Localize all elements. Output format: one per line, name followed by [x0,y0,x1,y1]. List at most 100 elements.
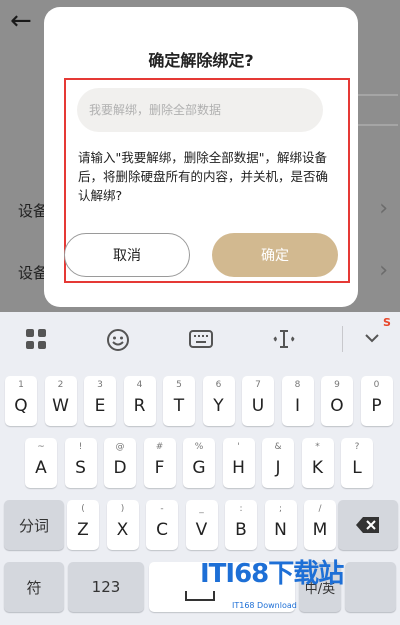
key-secondary-label: ? [354,442,360,452]
key-secondary-label: 0 [373,380,380,390]
key-secondary-label: ( [81,504,85,514]
backspace-icon [356,517,379,533]
key-q[interactable]: 1Q [5,376,37,426]
key-a[interactable]: ~ A [25,438,57,488]
cursor-icon[interactable] [272,328,296,355]
key-label: U [251,396,265,416]
key-o[interactable]: 9O [321,376,353,426]
key-label: O [330,396,344,416]
key-label: L [352,458,362,478]
key-label: C [156,520,168,540]
key-label: N [274,520,287,540]
key-label: X [116,520,129,540]
key-d[interactable]: @ D [104,438,136,488]
key-label: Z [77,520,89,540]
key-k[interactable]: * K [301,438,334,488]
key-u[interactable]: 7U [242,376,274,426]
key-secondary-label: 9 [334,380,340,390]
key-secondary-label: @ [115,442,125,452]
backspace-key[interactable] [338,500,398,550]
emoji-icon[interactable] [106,328,130,357]
dialog-title: 确定解除绑定? [148,51,254,70]
key-h[interactable]: ' H [222,438,255,488]
number-key[interactable]: 123 [68,562,144,612]
space-icon [185,591,215,601]
key-label: S [75,458,86,478]
key-label: B [235,520,247,540]
key-z[interactable]: (Z [67,500,99,550]
key-label: F [154,458,165,478]
key-label: H [232,458,245,478]
key-label: E [94,396,106,416]
keyboard-toolbar: S [0,312,400,366]
key-secondary-label: ) [120,504,125,514]
key-label: D [113,458,127,478]
key-x[interactable]: ) X [106,500,139,550]
fenci-key[interactable]: 分词 [4,500,64,550]
confirm-text-input[interactable] [77,88,323,132]
chevron-down-icon[interactable] [362,328,382,353]
key-secondary-label: ; [278,504,283,514]
key-label: V [195,520,208,540]
confirm-button[interactable]: 确定 [212,233,338,277]
key-secondary-label: 7 [255,380,261,390]
key-label: K [311,458,324,478]
divider [358,94,398,96]
key-secondary-label: 6 [215,380,222,390]
chevron-right-icon[interactable]: › [379,258,388,283]
key-y[interactable]: 6Y [202,376,235,426]
chevron-right-icon[interactable]: › [379,196,388,221]
key-s[interactable]: ! S [64,438,97,488]
key-i[interactable]: 8I [281,376,314,426]
unbind-warning-text: 请输入"我要解绑，删除全部数据"，解绑设备后，将删除硬盘所有的内容，并关机，是否… [78,150,329,203]
key-v[interactable]: _ V [185,500,218,550]
key-secondary-label: * [315,442,320,452]
key-secondary-label: _ [199,504,204,514]
watermark-logo: ITI68下载站 [200,559,344,589]
key-label: M [312,520,328,540]
key-label: I [294,396,300,416]
symbol-key[interactable]: 符 [4,562,64,612]
key-secondary-label: ! [78,442,83,452]
key-secondary-label: 2 [57,380,64,390]
key-secondary-label: 8 [294,380,301,390]
key-l[interactable]: ? L [341,438,373,488]
key-secondary-label: # [155,442,164,452]
key-label: R [133,396,146,416]
back-arrow-icon[interactable]: ← [10,6,32,36]
key-secondary-label: / [318,504,322,514]
key-f[interactable]: # F [143,438,176,488]
key-w[interactable]: 2W [44,376,77,426]
key-secondary-label: 3 [97,380,103,390]
keyboard-icon[interactable] [189,328,213,355]
key-m[interactable]: / M [304,500,336,550]
enter-key[interactable] [345,562,396,612]
key-label: Y [213,396,224,416]
key-secondary-label: - [160,504,164,514]
grid-icon[interactable] [25,328,47,355]
key-e[interactable]: 3E [84,376,116,426]
key-n[interactable]: ; N [264,500,297,550]
key-label: Q [14,396,28,416]
key-label: W [52,396,69,416]
key-j[interactable]: & J [262,438,294,488]
key-secondary-label: 5 [176,380,182,390]
key-secondary-label: 4 [136,380,143,390]
key-label: T [173,396,185,416]
sogou-logo-icon: S [383,316,391,329]
key-secondary-label: ' [237,442,240,452]
key-secondary-label: & [274,442,282,452]
key-g[interactable]: % G [183,438,215,488]
key-b[interactable]: :B [225,500,257,550]
key-p[interactable]: 0P [360,376,393,426]
key-t[interactable]: 5T [163,376,195,426]
key-label: J [275,458,281,478]
key-secondary-label: % [194,442,204,452]
key-c[interactable]: -C [146,500,178,550]
watermark-subtitle: IT168 Download [232,601,297,610]
key-r[interactable]: 4R [123,376,156,426]
key-secondary-label: 1 [18,380,24,390]
key-secondary-label: ~ [37,442,45,452]
cancel-button[interactable]: 取消 [64,233,190,277]
divider [358,124,398,126]
